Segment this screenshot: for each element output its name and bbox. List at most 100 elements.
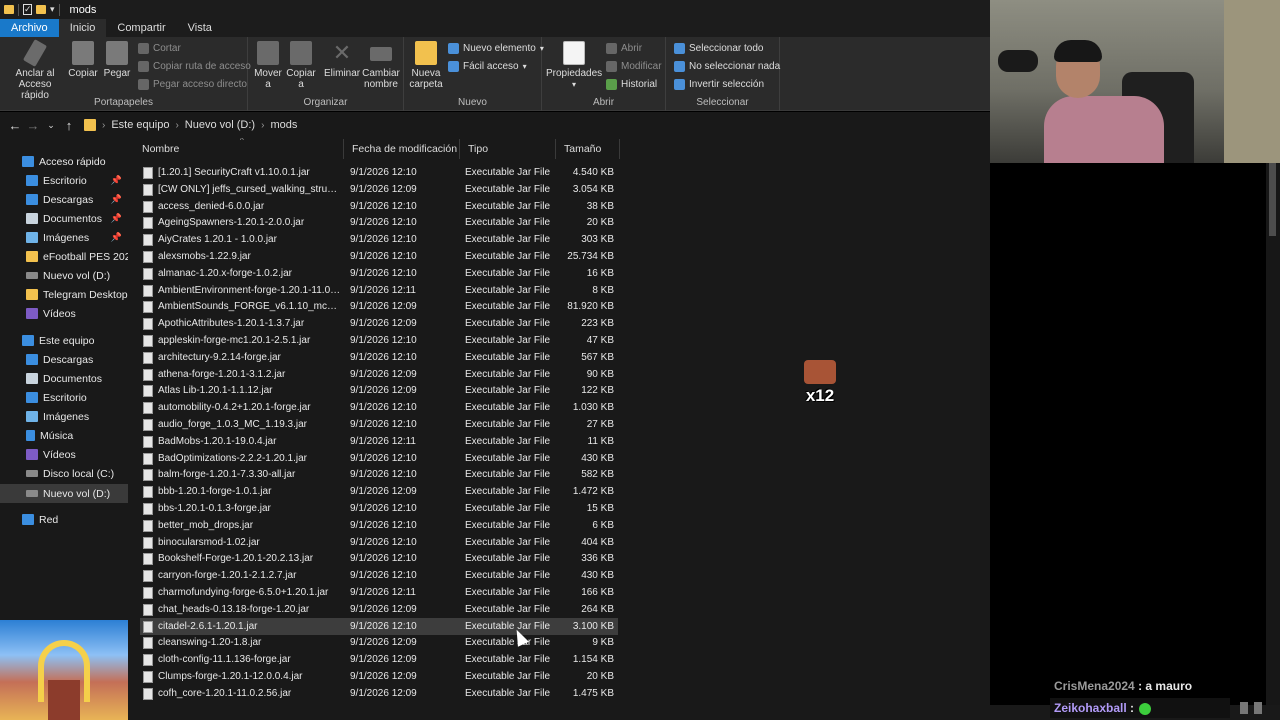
move-to-button[interactable]: Mover a: [254, 41, 282, 90]
table-row[interactable]: carryon-forge-1.20.1-2.1.2.7.jar 9/1/2026…: [140, 567, 618, 584]
table-row[interactable]: athena-forge-1.20.1-3.1.2.jar 9/1/2026 12…: [140, 366, 618, 383]
rename-button[interactable]: Cambiar nombre: [362, 41, 400, 90]
up-icon[interactable]: ↑: [60, 118, 78, 133]
sidebar-item-music[interactable]: Música: [0, 426, 128, 445]
tab-home[interactable]: Inicio: [58, 19, 107, 37]
invert-selection-button[interactable]: Invertir selección: [674, 79, 764, 90]
tab-share[interactable]: Compartir: [106, 19, 176, 37]
table-row[interactable]: almanac-1.20.x-forge-1.0.2.jar 9/1/2026 1…: [140, 265, 618, 282]
pin-icon[interactable]: 📌: [111, 232, 122, 243]
pin-icon[interactable]: 📌: [111, 175, 122, 186]
sidebar-item-drive-d-quick[interactable]: Nuevo vol (D:): [0, 266, 128, 285]
sidebar-item-telegram[interactable]: Telegram Desktop: [0, 285, 128, 304]
table-row[interactable]: [1.20.1] SecurityCraft v1.10.0.1.jar 9/1/…: [140, 164, 618, 181]
vertical-scrollbar[interactable]: [1266, 138, 1280, 705]
sidebar-item-documents[interactable]: Documentos 📌: [0, 209, 128, 228]
open-button[interactable]: Abrir: [606, 43, 642, 54]
table-row[interactable]: better_mob_drops.jar 9/1/2026 12:10 Execut…: [140, 517, 618, 534]
table-row[interactable]: balm-forge-1.20.1-7.3.30-all.jar 9/1/2026…: [140, 466, 618, 483]
history-button[interactable]: Historial: [606, 79, 657, 90]
large-icons-view-icon[interactable]: [1254, 702, 1262, 714]
new-folder-button[interactable]: Nueva carpeta: [408, 41, 444, 90]
sidebar-item-this-pc[interactable]: Este equipo: [0, 331, 128, 350]
scrollbar-thumb[interactable]: [1269, 158, 1276, 236]
sidebar-item-desktop-pc[interactable]: Escritorio: [0, 388, 128, 407]
table-row[interactable]: BadOptimizations-2.2.2-1.20.1.jar 9/1/202…: [140, 450, 618, 467]
tab-view[interactable]: Vista: [177, 19, 223, 37]
tab-file[interactable]: Archivo: [0, 19, 59, 37]
paste-button[interactable]: Pegar: [102, 41, 132, 79]
table-row[interactable]: AmbientEnvironment-forge-1.20.1-11.0.0..…: [140, 282, 618, 299]
table-row[interactable]: cloth-config-11.1.136-forge.jar 9/1/2026 …: [140, 651, 618, 668]
breadcrumb-mods[interactable]: mods: [270, 119, 297, 131]
new-folder-quick-icon[interactable]: [36, 5, 46, 14]
column-header-type[interactable]: Tipo: [460, 139, 556, 159]
table-row[interactable]: access_denied-6.0.0.jar 9/1/2026 12:10 Exe…: [140, 198, 618, 215]
copy-button[interactable]: Copiar: [66, 41, 100, 79]
table-row[interactable]: ApothicAttributes-1.20.1-1.3.7.jar 9/1/20…: [140, 315, 618, 332]
copy-path-button[interactable]: Copiar ruta de acceso: [138, 61, 251, 72]
column-header-size[interactable]: Tamaño: [556, 139, 620, 159]
pin-icon[interactable]: 📌: [111, 194, 122, 205]
table-row[interactable]: bbb-1.20.1-forge-1.0.1.jar 9/1/2026 12:09…: [140, 483, 618, 500]
column-header-name[interactable]: Nombre: [134, 139, 344, 159]
address-bar[interactable]: › Este equipo › Nuevo vol (D:) › mods: [84, 115, 984, 135]
column-header-date[interactable]: Fecha de modificación: [344, 139, 460, 159]
table-row[interactable]: automobility-0.4.2+1.20.1-forge.jar 9/1/2…: [140, 399, 618, 416]
sidebar-item-desktop[interactable]: Escritorio 📌: [0, 171, 128, 190]
table-row[interactable]: Bookshelf-Forge-1.20.1-20.2.13.jar 9/1/20…: [140, 550, 618, 567]
table-row[interactable]: cofh_core-1.20.1-11.0.2.56.jar 9/1/2026 1…: [140, 685, 618, 702]
select-all-button[interactable]: Seleccionar todo: [674, 43, 764, 54]
table-row[interactable]: citadel-2.6.1-1.20.1.jar 9/1/2026 12:10 Ex…: [140, 617, 618, 635]
cut-button[interactable]: Cortar: [138, 43, 181, 54]
sidebar-item-drive-c[interactable]: Disco local (C:): [0, 464, 128, 483]
table-row[interactable]: charmofundying-forge-6.5.0+1.20.1.jar 9/1…: [140, 584, 618, 601]
table-row[interactable]: AiyCrates 1.20.1 - 1.0.0.jar 9/1/2026 12:…: [140, 231, 618, 248]
table-row[interactable]: AgeingSpawners-1.20.1-2.0.0.jar 9/1/2026 …: [140, 214, 618, 231]
sidebar-item-efootball[interactable]: eFootball PES 2021: [0, 247, 136, 266]
back-icon[interactable]: ←: [6, 118, 24, 133]
table-row[interactable]: binocularsmod-1.02.jar 9/1/2026 12:10 Exec…: [140, 534, 618, 551]
table-row[interactable]: chat_heads-0.13.18-forge-1.20.jar 9/1/202…: [140, 601, 618, 618]
table-row[interactable]: Atlas Lib-1.20.1-1.1.12.jar 9/1/2026 12:0…: [140, 382, 618, 399]
table-row[interactable]: BadMobs-1.20.1-19.0.4.jar 9/1/2026 12:11 E…: [140, 433, 618, 450]
table-row[interactable]: alexsmobs-1.22.9.jar 9/1/2026 12:10 Execut…: [140, 248, 618, 265]
table-row[interactable]: cleanswing-1.20-1.8.jar 9/1/2026 12:09 Exe…: [140, 634, 618, 651]
table-row[interactable]: architectury-9.2.14-forge.jar 9/1/2026 12…: [140, 349, 618, 366]
table-row[interactable]: AmbientSounds_FORGE_v6.1.10_mc1.20... 9/1…: [140, 298, 618, 315]
details-view-icon[interactable]: [1240, 702, 1248, 714]
forward-icon[interactable]: →: [24, 118, 42, 133]
sidebar-item-downloads-pc[interactable]: Descargas: [0, 350, 128, 369]
file-name: ApothicAttributes-1.20.1-1.3.7.jar: [158, 318, 305, 330]
paste-shortcut-button[interactable]: Pegar acceso directo: [138, 79, 247, 90]
sidebar-item-quick-access[interactable]: Acceso rápido: [0, 152, 128, 171]
delete-button[interactable]: ✕ Eliminar: [324, 41, 360, 80]
breadcrumb-this-pc[interactable]: Este equipo: [111, 119, 169, 131]
breadcrumb-drive-d[interactable]: Nuevo vol (D:): [185, 119, 255, 131]
pin-icon[interactable]: 📌: [111, 213, 122, 224]
file-name: [CW ONLY] jeffs_cursed_walking_structur.…: [158, 183, 342, 195]
quick-access-dropdown-icon[interactable]: ▾: [50, 4, 55, 15]
edit-button[interactable]: Modificar: [606, 61, 662, 72]
sidebar-item-drive-d[interactable]: Nuevo vol (D:): [0, 484, 128, 503]
properties-quick-icon[interactable]: ✓: [23, 4, 32, 15]
table-row[interactable]: appleskin-forge-mc1.20.1-2.5.1.jar 9/1/20…: [140, 332, 618, 349]
sidebar-item-pictures[interactable]: Imágenes 📌: [0, 228, 128, 247]
properties-button[interactable]: Propiedades ▾: [546, 41, 602, 90]
sidebar-item-downloads[interactable]: Descargas 📌: [0, 190, 128, 209]
copy-to-button[interactable]: Copiar a: [286, 41, 316, 90]
sidebar-item-network[interactable]: Red: [0, 510, 128, 529]
table-row[interactable]: bbs-1.20.1-0.1.3-forge.jar 9/1/2026 12:10…: [140, 500, 618, 517]
new-item-button[interactable]: Nuevo elemento ▾: [448, 43, 544, 54]
easy-access-button[interactable]: Fácil acceso ▾: [448, 61, 527, 72]
pin-quick-access-button[interactable]: Anclar al Acceso rápido: [4, 39, 66, 101]
sidebar-item-pictures-pc[interactable]: Imágenes: [0, 407, 128, 426]
recent-locations-icon[interactable]: ⌄: [42, 120, 60, 131]
select-none-button[interactable]: No seleccionar nada: [674, 61, 780, 72]
sidebar-item-videos-pc[interactable]: Vídeos: [0, 445, 128, 464]
table-row[interactable]: Clumps-forge-1.20.1-12.0.0.4.jar 9/1/2026…: [140, 668, 618, 685]
sidebar-item-documents-pc[interactable]: Documentos: [0, 369, 128, 388]
table-row[interactable]: audio_forge_1.0.3_MC_1.19.3.jar 9/1/2026 …: [140, 416, 618, 433]
sidebar-item-videos-quick[interactable]: Vídeos: [0, 304, 128, 323]
table-row[interactable]: [CW ONLY] jeffs_cursed_walking_structur.…: [140, 181, 618, 198]
